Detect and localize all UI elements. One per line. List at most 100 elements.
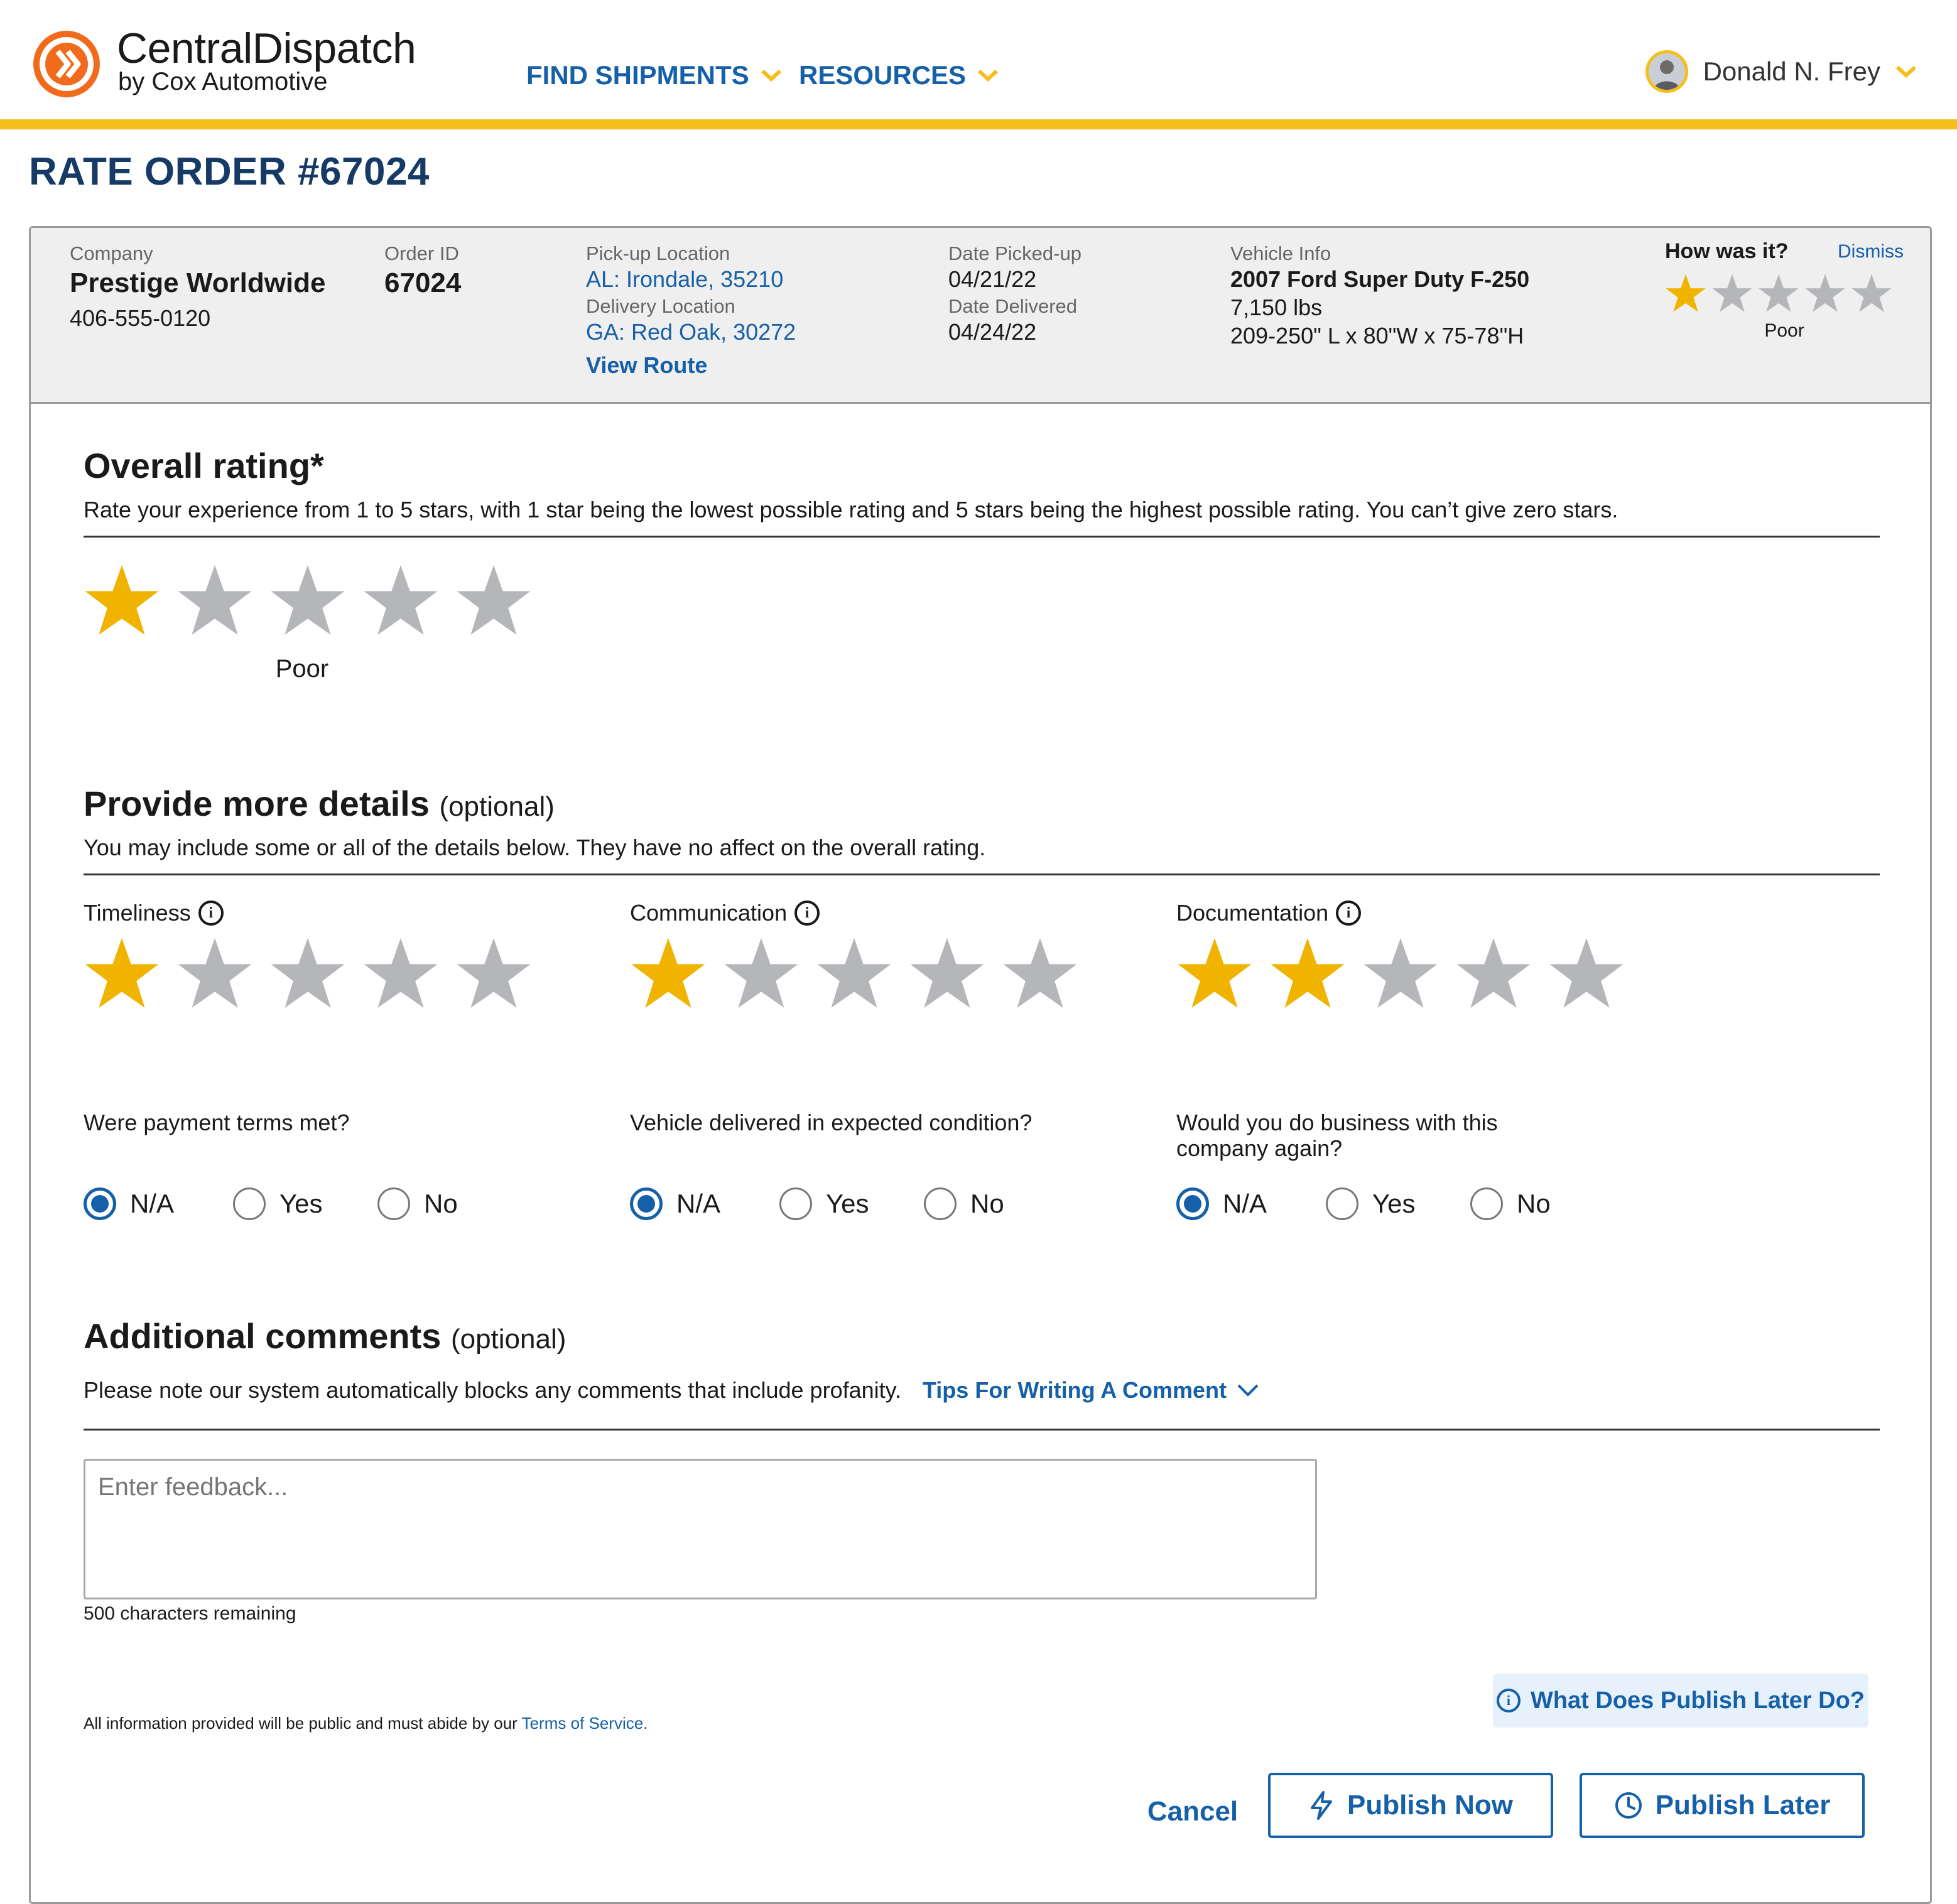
tips-link[interactable]: Tips For Writing A Comment (923, 1377, 1259, 1404)
star-filled-icon[interactable] (1665, 273, 1706, 314)
payment-terms-na[interactable]: N/A (84, 1187, 233, 1220)
star-empty-icon[interactable] (723, 935, 800, 1012)
communication-label: Communication i (630, 900, 820, 926)
nav-find-shipments[interactable]: FIND SHIPMENTS (526, 60, 782, 90)
star-filled-icon[interactable] (1176, 935, 1253, 1012)
view-route-link[interactable]: View Route (586, 352, 796, 379)
star-empty-icon[interactable] (455, 562, 532, 639)
star-empty-icon[interactable] (455, 935, 532, 1012)
star-empty-icon[interactable] (1851, 273, 1892, 314)
lightning-icon (1311, 1791, 1332, 1820)
star-empty-icon[interactable] (909, 935, 985, 1012)
star-empty-icon[interactable] (362, 562, 439, 639)
star-empty-icon[interactable] (816, 935, 892, 1012)
company-name: Prestige Worldwide (70, 268, 326, 299)
mini-star-rating[interactable] (1665, 273, 1904, 314)
company-block: Company Prestige Worldwide 406-555-0120 (70, 242, 326, 332)
communication-star-rating[interactable] (630, 935, 1078, 1012)
delivery-location-link[interactable]: GA: Red Oak, 30272 (586, 318, 796, 346)
option-label: No (424, 1189, 458, 1218)
vehicle-condition-no[interactable]: No (924, 1187, 1004, 1220)
picked-label: Date Picked-up (948, 242, 1082, 264)
radio-unselected[interactable] (1326, 1187, 1358, 1220)
feedback-textarea[interactable] (84, 1459, 1317, 1599)
comments-note-row: Please note our system automatically blo… (84, 1377, 1259, 1404)
star-empty-icon[interactable] (269, 935, 346, 1012)
vehicle-condition-yes[interactable]: Yes (779, 1187, 924, 1220)
documentation-star-rating[interactable] (1176, 935, 1625, 1012)
option-label: Yes (279, 1189, 323, 1218)
terms-of-service-link[interactable]: Terms of Service. (522, 1714, 648, 1733)
nav-resources-label: RESOURCES (799, 60, 967, 90)
user-menu[interactable]: Donald N. Frey (1645, 50, 1917, 93)
star-empty-icon[interactable] (176, 562, 253, 639)
payment-terms-question: Were payment terms met? (84, 1110, 350, 1135)
order-id-label: Order ID (384, 242, 459, 264)
cancel-button[interactable]: Cancel (1136, 1779, 1249, 1844)
details-title-text: Provide more details (84, 784, 430, 823)
vehicle-condition-na[interactable]: N/A (630, 1187, 779, 1220)
star-empty-icon[interactable] (1362, 935, 1439, 1012)
publish-later-help[interactable]: i What Does Publish Later Do? (1493, 1674, 1868, 1728)
publish-later-button[interactable]: Publish Later (1580, 1773, 1865, 1838)
radio-selected[interactable] (84, 1187, 116, 1220)
radio-unselected[interactable] (1470, 1187, 1503, 1220)
radio-unselected[interactable] (924, 1187, 957, 1220)
terms-notice: All information provided will be public … (84, 1714, 648, 1733)
star-filled-icon[interactable] (84, 935, 160, 1012)
dismiss-link[interactable]: Dismiss (1838, 241, 1904, 262)
radio-unselected[interactable] (779, 1187, 812, 1220)
star-empty-icon[interactable] (1002, 935, 1078, 1012)
nav-find-shipments-label: FIND SHIPMENTS (526, 60, 749, 90)
comments-title: Additional comments (optional) (84, 1316, 566, 1356)
radio-unselected[interactable] (233, 1187, 266, 1220)
option-label: No (970, 1189, 1004, 1218)
delivery-label: Delivery Location (586, 295, 735, 318)
info-icon[interactable]: i (1336, 901, 1362, 926)
business-again-yes[interactable]: Yes (1326, 1187, 1470, 1220)
star-filled-icon[interactable] (1269, 935, 1346, 1012)
star-filled-icon[interactable] (630, 935, 707, 1012)
chevron-down-icon (761, 69, 781, 82)
chevron-logo-icon[interactable] (33, 30, 100, 98)
star-empty-icon[interactable] (1711, 273, 1753, 314)
star-empty-icon[interactable] (1455, 935, 1532, 1012)
communication-label-text: Communication (630, 900, 788, 926)
star-empty-icon[interactable] (1804, 273, 1846, 314)
payment-terms-no[interactable]: No (377, 1187, 458, 1220)
star-empty-icon[interactable] (269, 562, 346, 639)
info-icon[interactable]: i (794, 901, 820, 926)
vehicle-condition-options: N/A Yes No (630, 1187, 1004, 1220)
payment-terms-options: N/A Yes No (84, 1187, 458, 1220)
nav-resources[interactable]: RESOURCES (799, 60, 999, 90)
star-empty-icon[interactable] (176, 935, 253, 1012)
timeliness-star-rating[interactable] (84, 935, 532, 1012)
info-icon[interactable]: i (198, 901, 224, 926)
divider (84, 1429, 1880, 1431)
option-label: N/A (676, 1189, 721, 1218)
star-empty-icon[interactable] (362, 935, 439, 1012)
order-id-block: Order ID 67024 (384, 242, 461, 299)
brand-name[interactable]: CentralDispatch (117, 24, 416, 73)
star-filled-icon[interactable] (84, 562, 160, 639)
vehicle-dimensions: 209-250" L x 80"W x 75-78"H (1230, 323, 1524, 349)
payment-terms-yes[interactable]: Yes (233, 1187, 377, 1220)
info-icon: i (1496, 1689, 1521, 1712)
radio-unselected[interactable] (377, 1187, 410, 1220)
vehicle-block: Vehicle Info 2007 Ford Super Duty F-250 … (1230, 242, 1529, 350)
chevron-down-icon (1895, 65, 1917, 78)
pickup-location-link[interactable]: AL: Irondale, 35210 (586, 265, 796, 293)
star-empty-icon[interactable] (1548, 935, 1625, 1012)
star-empty-icon[interactable] (1758, 273, 1799, 314)
vehicle-condition-question: Vehicle delivered in expected condition? (630, 1110, 1033, 1135)
option-label: No (1517, 1189, 1551, 1218)
radio-selected[interactable] (1176, 1187, 1209, 1220)
business-again-no[interactable]: No (1470, 1187, 1551, 1220)
publish-now-button[interactable]: Publish Now (1268, 1773, 1553, 1838)
overall-star-rating[interactable] (84, 562, 532, 639)
company-label: Company (70, 242, 153, 264)
documentation-label: Documentation i (1176, 900, 1362, 926)
radio-selected[interactable] (630, 1187, 663, 1220)
business-again-na[interactable]: N/A (1176, 1187, 1326, 1220)
timeliness-label-text: Timeliness (84, 900, 191, 926)
